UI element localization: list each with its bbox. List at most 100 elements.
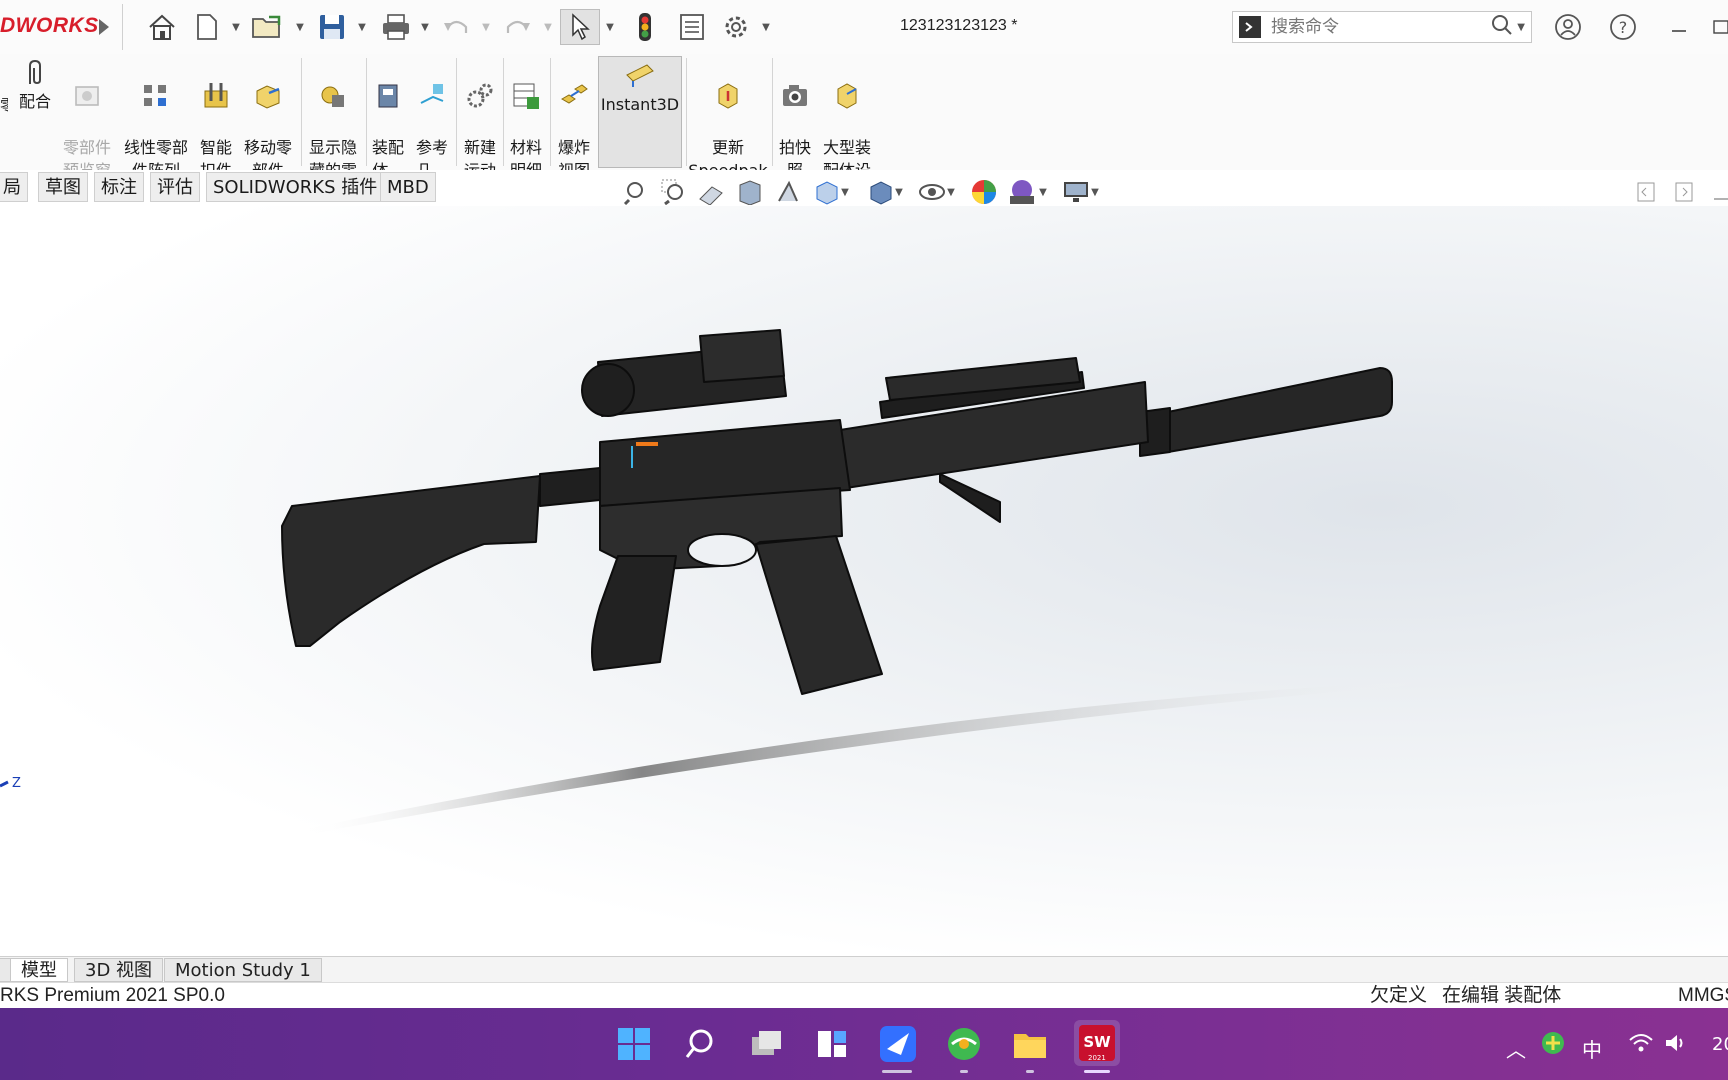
taskbar-search-icon[interactable] bbox=[680, 1024, 720, 1064]
tab-solidworks-addins[interactable]: SOLIDWORKS 插件 bbox=[206, 172, 385, 202]
feishu-app-icon[interactable] bbox=[878, 1024, 918, 1064]
command-prompt-icon bbox=[1239, 16, 1261, 38]
paperclip-icon bbox=[29, 59, 41, 85]
browser-app-icon[interactable] bbox=[944, 1024, 984, 1064]
select-dropdown-caret-icon[interactable]: ▼ bbox=[604, 9, 616, 45]
status-units[interactable]: MMGS bbox=[1678, 983, 1728, 1009]
display-style-caret-icon[interactable]: ▼ bbox=[892, 178, 906, 206]
file-explorer-icon[interactable] bbox=[1010, 1024, 1050, 1064]
collapse-left-panel-icon[interactable] bbox=[1632, 178, 1660, 206]
select-pointer-icon[interactable] bbox=[560, 9, 600, 45]
rifle-assembly-model[interactable] bbox=[0, 206, 1728, 956]
print-icon[interactable] bbox=[378, 9, 414, 45]
undo-icon[interactable] bbox=[440, 9, 472, 45]
view-orientation-icon[interactable] bbox=[812, 178, 840, 206]
tray-app-icon[interactable] bbox=[1542, 1032, 1564, 1054]
mate-button[interactable]: 配合 bbox=[14, 58, 56, 113]
home-icon[interactable] bbox=[144, 9, 180, 45]
solidworks-logo: DWORKS bbox=[0, 14, 99, 37]
minimize-icon[interactable] bbox=[1664, 9, 1694, 45]
reference-geometry-icon bbox=[420, 84, 444, 104]
rebuild-traffic-light-icon[interactable] bbox=[630, 9, 660, 45]
linear-pattern-icon bbox=[144, 85, 166, 106]
expand-task-pane-icon[interactable] bbox=[1670, 178, 1698, 206]
zoom-to-area-icon[interactable] bbox=[660, 178, 688, 206]
widgets-icon[interactable] bbox=[812, 1024, 852, 1064]
user-account-icon[interactable] bbox=[1550, 9, 1586, 45]
save-icon[interactable] bbox=[314, 9, 350, 45]
graphics-viewport[interactable]: Z bbox=[0, 206, 1728, 956]
new-dropdown-caret-icon[interactable]: ▼ bbox=[230, 9, 242, 45]
title-bar: DWORKS ▼ ▼ ▼ ▼ ▼ ▼ ▼ ▼ 123123123123 * 搜索… bbox=[0, 0, 1728, 55]
view-settings-caret-icon[interactable]: ▼ bbox=[1088, 178, 1102, 206]
solidworks-taskbar-icon[interactable]: SW 2021 bbox=[1074, 1020, 1120, 1066]
options-dropdown-caret-icon[interactable]: ▼ bbox=[760, 9, 772, 45]
take-snapshot-button[interactable]: 拍快 照 bbox=[774, 58, 816, 182]
save-dropdown-caret-icon[interactable]: ▼ bbox=[356, 9, 368, 45]
edit-appearance-icon[interactable] bbox=[970, 178, 998, 206]
tab-mbd[interactable]: MBD bbox=[380, 172, 436, 202]
new-document-icon[interactable] bbox=[192, 9, 222, 45]
file-properties-icon[interactable] bbox=[676, 9, 708, 45]
volume-icon[interactable] bbox=[1664, 1032, 1688, 1058]
previous-view-icon[interactable] bbox=[697, 178, 725, 206]
hide-show-items-icon[interactable] bbox=[918, 178, 946, 206]
ribbon-partial-left-label[interactable]: 零 bbox=[0, 94, 8, 117]
expand-menu-arrow-icon[interactable] bbox=[92, 9, 116, 45]
move-component-icon bbox=[256, 85, 280, 109]
exploded-view-icon bbox=[560, 84, 588, 104]
view-settings-monitor-icon[interactable] bbox=[1062, 178, 1090, 206]
wifi-icon[interactable] bbox=[1628, 1032, 1654, 1058]
help-icon[interactable]: ? bbox=[1605, 9, 1641, 45]
tab-evaluate[interactable]: 评估 bbox=[150, 172, 200, 202]
search-icon[interactable] bbox=[1491, 14, 1513, 40]
print-dropdown-caret-icon[interactable]: ▼ bbox=[419, 9, 431, 45]
search-command-box[interactable]: ▼ bbox=[1232, 11, 1532, 43]
document-title: 123123123123 * bbox=[900, 17, 1018, 34]
show-hidden-icons-chevron-icon[interactable]: ︿ bbox=[1506, 1034, 1526, 1063]
camera-icon bbox=[783, 85, 807, 106]
task-view-icon[interactable] bbox=[746, 1024, 786, 1064]
search-input[interactable] bbox=[1269, 16, 1473, 38]
status-bar: RKS Premium 2021 SP0.0 欠定义 在编辑 装配体 MMGS bbox=[0, 982, 1728, 1009]
component-preview-icon bbox=[75, 86, 99, 106]
smart-fasteners-button[interactable]: 智能 扣件 bbox=[196, 58, 236, 182]
minimize-viewport-icon[interactable] bbox=[1710, 178, 1728, 206]
tab-sketch[interactable]: 草图 bbox=[38, 172, 88, 202]
windows-start-icon[interactable] bbox=[614, 1024, 654, 1064]
tab-motion-study-1[interactable]: Motion Study 1 bbox=[164, 958, 322, 982]
apply-scene-icon[interactable] bbox=[1008, 178, 1036, 206]
open-folder-icon[interactable] bbox=[250, 9, 286, 45]
tab-layout[interactable]: 局 bbox=[0, 172, 28, 202]
status-editing-mode: 在编辑 装配体 bbox=[1442, 985, 1562, 1006]
dynamic-annotation-icon[interactable] bbox=[774, 178, 802, 206]
redo-icon[interactable] bbox=[502, 9, 534, 45]
display-style-icon[interactable] bbox=[866, 178, 894, 206]
redo-dropdown-caret-icon[interactable]: ▼ bbox=[542, 9, 554, 45]
open-dropdown-caret-icon[interactable]: ▼ bbox=[294, 9, 306, 45]
tab-3d-views[interactable]: 3D 视图 bbox=[74, 958, 164, 982]
maximize-icon[interactable] bbox=[1712, 9, 1728, 45]
search-dropdown-caret-icon[interactable]: ▼ bbox=[1517, 22, 1525, 33]
solidworks-version-badge: 2021 bbox=[1088, 1054, 1106, 1062]
zoom-to-fit-icon[interactable] bbox=[622, 178, 650, 206]
axis-z-label: Z bbox=[12, 776, 21, 791]
options-gear-icon[interactable] bbox=[718, 9, 754, 45]
undo-dropdown-caret-icon[interactable]: ▼ bbox=[480, 9, 492, 45]
section-view-icon[interactable] bbox=[736, 178, 764, 206]
instant3d-ruler-icon bbox=[626, 64, 654, 87]
assembly-features-icon bbox=[378, 84, 398, 108]
hide-show-caret-icon[interactable]: ▼ bbox=[944, 178, 958, 206]
tab-markup[interactable]: 标注 bbox=[94, 172, 144, 202]
tab-model[interactable]: 模型 bbox=[10, 958, 68, 982]
status-product-version: RKS Premium 2021 SP0.0 bbox=[0, 985, 225, 1006]
motion-study-gears-icon bbox=[467, 83, 493, 108]
show-hidden-components-icon bbox=[321, 86, 344, 107]
clock-partial[interactable]: 20 bbox=[1712, 1034, 1728, 1055]
svg-text:?: ? bbox=[1619, 18, 1628, 37]
input-method-indicator[interactable]: 中 bbox=[1582, 1034, 1602, 1063]
view-orientation-caret-icon[interactable]: ▼ bbox=[838, 178, 852, 206]
instant3d-button[interactable]: Instant3D bbox=[598, 56, 682, 168]
speedpak-icon bbox=[718, 83, 738, 109]
apply-scene-caret-icon[interactable]: ▼ bbox=[1036, 178, 1050, 206]
